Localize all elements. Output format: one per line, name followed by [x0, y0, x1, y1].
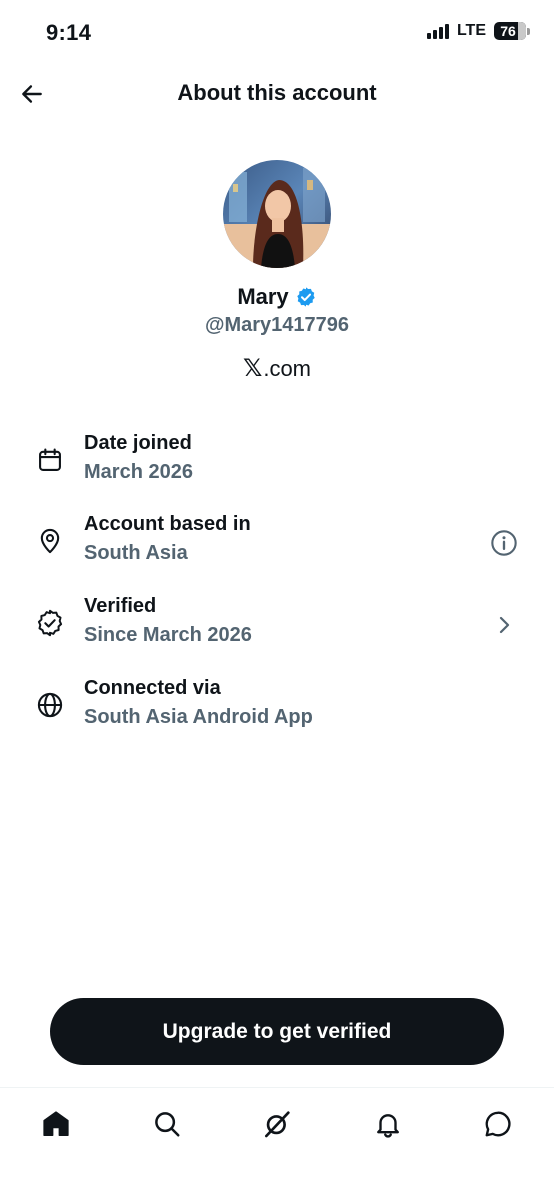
home-icon	[43, 1111, 69, 1136]
battery-level: 76	[500, 23, 516, 39]
display-name: Mary	[237, 284, 289, 309]
info-value: South Asia	[84, 542, 188, 564]
info-value: South Asia Android App	[84, 706, 313, 728]
grok-icon	[265, 1111, 290, 1138]
info-item-date-joined: Date joined March 2026	[0, 430, 554, 494]
network-type: LTE	[456, 22, 486, 39]
signal-strength-icon	[426, 23, 449, 39]
notifications-bell-icon	[377, 1114, 399, 1138]
x-logo-icon: 𝕏	[242, 355, 263, 382]
info-value: March 2026	[84, 461, 193, 483]
messages-icon	[485, 1111, 511, 1137]
display-name-row: Mary	[0, 284, 554, 310]
info-item-account-based-in: Account based in South Asia	[0, 511, 554, 575]
battery-icon: 76	[494, 22, 530, 40]
page-title: About this account	[177, 80, 377, 105]
site-text: .com	[263, 356, 312, 381]
status-bar: 9:14 LTE 76	[0, 0, 554, 66]
info-button[interactable]	[488, 527, 520, 559]
info-label: Account based in	[84, 513, 251, 535]
site-row: 𝕏 .com	[0, 356, 554, 382]
bottom-navigation	[0, 1087, 554, 1199]
avatar-photo	[223, 160, 331, 268]
nav-notifications[interactable]	[368, 1104, 408, 1144]
nav-messages[interactable]	[478, 1104, 518, 1144]
nav-search[interactable]	[147, 1104, 187, 1144]
info-item-connected-via: Connected via South Asia Android App	[0, 675, 554, 739]
info-label: Connected via	[84, 677, 221, 699]
verified-details-button[interactable]	[488, 609, 520, 641]
chevron-right-icon	[499, 616, 510, 634]
avatar[interactable]	[223, 160, 331, 268]
info-item-verified[interactable]: Verified Since March 2026	[0, 593, 554, 657]
info-label: Verified	[84, 595, 157, 617]
info-value: Since March 2026	[84, 624, 252, 646]
about-account-screen: 9:14 LTE 76 About this account Mary @Mar…	[0, 0, 554, 1199]
status-indicators: LTE 76	[426, 22, 530, 40]
upgrade-to-verified-button[interactable]: Upgrade to get verified	[50, 998, 504, 1065]
verified-badge-icon[interactable]	[295, 286, 317, 308]
calendar-icon	[34, 444, 66, 476]
nav-grok[interactable]	[257, 1104, 297, 1144]
location-pin-icon	[34, 525, 66, 557]
search-icon	[155, 1112, 180, 1137]
globe-icon	[34, 689, 66, 721]
verified-badge-outline-icon	[34, 607, 66, 639]
nav-home[interactable]	[36, 1104, 76, 1144]
page-header: About this account	[0, 70, 554, 118]
info-label: Date joined	[84, 432, 192, 454]
status-time: 9:14	[46, 20, 92, 45]
user-handle: @Mary1417796	[204, 314, 350, 336]
info-icon	[491, 530, 517, 556]
